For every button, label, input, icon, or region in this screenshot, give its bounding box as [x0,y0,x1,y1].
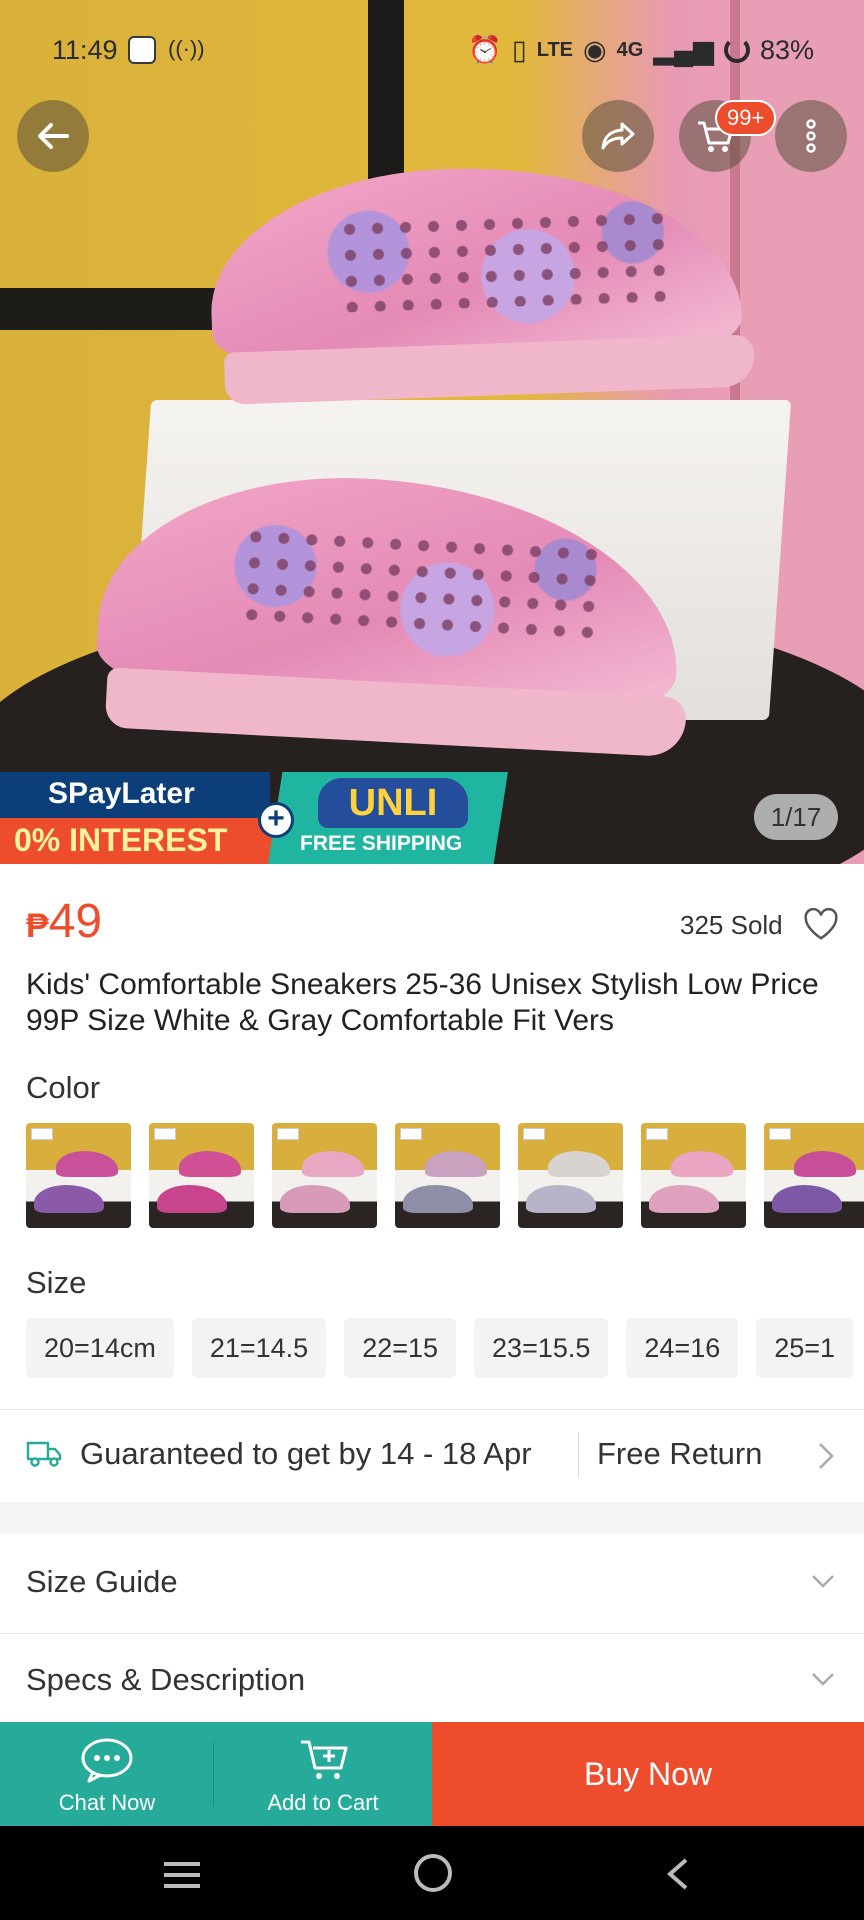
currency-symbol: ₱ [26,907,49,945]
alarm-icon: ⏰ [468,35,502,65]
shoe-thumbnail [34,1185,104,1213]
wifi-icon: ◉ [583,34,607,65]
size-label: Size [26,1265,87,1300]
battery-level: 83% [759,34,814,65]
recent-apps-icon[interactable] [162,1860,202,1890]
chevron-down-icon [812,1575,834,1588]
shoe-thumbnail [280,1185,350,1213]
truck-icon [26,1441,62,1467]
shoe-thumbnail [302,1151,364,1177]
unli-label: UNLI [318,778,468,828]
interest-label: 0% INTEREST [0,818,290,864]
shoe-thumbnail [425,1151,487,1177]
shoe-image [206,158,755,405]
size-option[interactable]: 21=14.5 [191,1318,327,1378]
specs-description-row[interactable]: Specs & Description [0,1634,864,1732]
status-bar: 11:49 ((·)) ⏰ ▯ LTE ◉ 4G ▂▄▆ 83% [0,0,864,100]
sold-count: 325 Sold [680,910,783,940]
shoe-thumbnail [56,1151,118,1177]
size-option[interactable]: 23=15.5 [474,1318,609,1378]
cart-count-badge: 99+ [715,100,777,136]
plus-icon: + [258,802,294,838]
product-title: Kids' Comfortable Sneakers 25-36 Unisex … [26,968,819,1037]
size-option[interactable]: 20=14cm [26,1318,174,1378]
chevron-down-icon [812,1673,834,1686]
battery-icon [723,37,750,63]
share-icon [601,122,635,150]
shoe-thumbnail [772,1185,842,1213]
product-page: 11:49 ((·)) ⏰ ▯ LTE ◉ 4G ▂▄▆ 83% 99+ SPa… [0,0,864,1920]
delivery-guarantee: Guaranteed to get by 14 - 18 Apr [80,1436,532,1471]
shipping-info[interactable]: Guaranteed to get by 14 - 18 Apr Free Re… [0,1410,864,1502]
home-icon[interactable] [414,1854,452,1892]
product-price: ₱49 [26,894,102,949]
more-options-button[interactable] [775,100,847,172]
chat-icon [81,1738,133,1783]
size-options: 20=14cm 21=14.5 22=15 23=15.5 24=16 25=1 [26,1318,854,1378]
size-option[interactable]: 25=1 [756,1318,854,1378]
shoe-thumbnail [548,1151,610,1177]
color-swatch[interactable] [764,1123,864,1228]
volte-icon: LTE [536,38,574,61]
size-guide-row[interactable]: Size Guide [0,1536,864,1634]
status-time: 11:49 [52,35,118,65]
signal-icon: ▂▄▆ [653,34,714,65]
spaylater-label: SPayLater [0,772,270,818]
system-navigation-bar [0,1826,864,1920]
color-options [26,1123,864,1228]
image-counter: 1/17 [754,794,838,840]
more-vertical-icon [806,119,816,153]
buy-now-button[interactable]: Buy Now [432,1722,864,1826]
shoe-thumbnail [179,1151,241,1177]
bottom-action-bar: Chat Now Add to Cart Buy Now [0,1722,864,1826]
vibrate-icon: ▯ [511,34,527,65]
color-swatch[interactable] [272,1123,377,1228]
shoe-thumbnail [403,1185,473,1213]
chat-now-label: Chat Now [58,1790,156,1815]
shoe-thumbnail [526,1185,596,1213]
add-to-cart-label: Add to Cart [267,1790,379,1815]
price-value: 49 [48,895,103,948]
color-swatch[interactable] [518,1123,623,1228]
chevron-right-icon [819,1443,834,1469]
chat-now-button[interactable]: Chat Now [0,1722,214,1826]
arrow-left-icon [38,123,69,149]
add-to-cart-icon [301,1740,348,1779]
size-option[interactable]: 22=15 [344,1318,457,1378]
size-guide-label: Size Guide [26,1564,178,1599]
free-return-label: Free Return [597,1436,763,1471]
app-notification-icon [128,36,156,64]
shoe-thumbnail [671,1151,733,1177]
shoe-thumbnail [794,1151,856,1177]
color-swatch[interactable] [149,1123,254,1228]
shoe-thumbnail [649,1185,719,1213]
network-type: 4G [616,38,644,61]
free-shipping-label: FREE SHIPPING [300,832,463,855]
system-back-icon[interactable] [664,1856,692,1892]
size-option[interactable]: 24=16 [626,1318,739,1378]
heart-icon[interactable] [802,906,840,942]
add-to-cart-button[interactable]: Add to Cart [214,1722,432,1826]
back-button[interactable] [17,100,89,172]
share-button[interactable] [582,100,654,172]
hotspot-icon: ((·)) [168,36,205,61]
color-swatch[interactable] [26,1123,131,1228]
color-swatch[interactable] [395,1123,500,1228]
color-swatch[interactable] [641,1123,746,1228]
color-label: Color [26,1070,101,1105]
specs-description-label: Specs & Description [26,1662,306,1697]
shoe-thumbnail [157,1185,227,1213]
